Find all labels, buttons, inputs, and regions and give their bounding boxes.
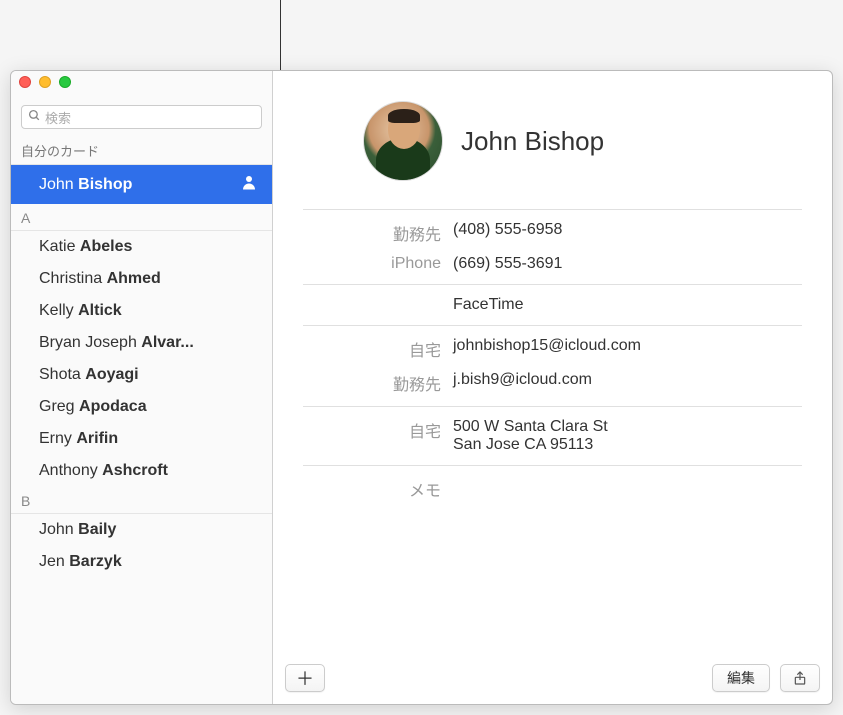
phone-row[interactable]: iPhone (669) 555-3691 xyxy=(303,250,802,278)
contact-row[interactable]: John Baily xyxy=(11,514,272,546)
section-header-a: A xyxy=(11,204,272,231)
my-card-row[interactable]: John Bishop xyxy=(11,165,272,204)
field-label: 自宅 xyxy=(303,337,453,361)
field-value: (669) 555-3691 xyxy=(453,255,802,273)
contact-row[interactable]: Jen Barzyk xyxy=(11,546,272,578)
field-label: 自宅 xyxy=(303,418,453,454)
contact-row[interactable]: Shota Aoyagi xyxy=(11,359,272,391)
contact-name: John Bishop xyxy=(461,126,604,157)
plus-icon: ＋ xyxy=(296,665,314,691)
search-wrap: 検索 xyxy=(11,99,272,135)
contact-row[interactable]: Kelly Altick xyxy=(11,295,272,327)
search-placeholder: 検索 xyxy=(45,108,71,127)
contact-row[interactable]: Erny Arifin xyxy=(11,423,272,455)
search-input[interactable]: 検索 xyxy=(21,105,262,129)
edit-button[interactable]: 編集 xyxy=(712,664,770,692)
sidebar: 検索 自分のカード John Bishop A Katie AbelesChri… xyxy=(11,71,273,704)
notes-group: メモ xyxy=(303,465,802,512)
field-value: 500 W Santa Clara St San Jose CA 95113 xyxy=(453,418,802,454)
minimize-button[interactable] xyxy=(39,76,51,88)
detail-pane: John Bishop 勤務先 (408) 555-6958 iPhone (6… xyxy=(273,71,832,704)
person-icon xyxy=(240,173,258,196)
share-button[interactable] xyxy=(780,664,820,692)
address-group: 自宅 500 W Santa Clara St San Jose CA 9511… xyxy=(303,406,802,465)
field-value: j.bish9@icloud.com xyxy=(453,371,802,395)
field-label: iPhone xyxy=(303,255,453,273)
contacts-window: 検索 自分のカード John Bishop A Katie AbelesChri… xyxy=(10,70,833,705)
search-icon xyxy=(28,109,41,125)
email-group: 自宅 johnbishop15@icloud.com 勤務先 j.bish9@i… xyxy=(303,325,802,406)
field-label: 勤務先 xyxy=(303,371,453,395)
maximize-button[interactable] xyxy=(59,76,71,88)
add-button[interactable]: ＋ xyxy=(285,664,325,692)
address-row[interactable]: 自宅 500 W Santa Clara St San Jose CA 9511… xyxy=(303,413,802,459)
field-label xyxy=(303,296,453,314)
phone-row[interactable]: 勤務先 (408) 555-6958 xyxy=(303,216,802,250)
field-value: FaceTime xyxy=(453,296,802,314)
button-group: 編集 xyxy=(712,664,820,692)
field-value: (408) 555-6958 xyxy=(453,221,802,245)
contact-row[interactable]: Christina Ahmed xyxy=(11,263,272,295)
facetime-row[interactable]: FaceTime xyxy=(303,291,802,319)
section-header-b: B xyxy=(11,487,272,514)
detail-header: John Bishop xyxy=(303,101,802,181)
my-card-name: John Bishop xyxy=(39,176,132,194)
bottom-bar: ＋ 編集 xyxy=(285,664,820,692)
close-button[interactable] xyxy=(19,76,31,88)
email-row[interactable]: 自宅 johnbishop15@icloud.com xyxy=(303,332,802,366)
share-icon xyxy=(792,669,808,687)
contact-row[interactable]: Anthony Ashcroft xyxy=(11,455,272,487)
avatar[interactable] xyxy=(363,101,443,181)
phone-group: 勤務先 (408) 555-6958 iPhone (669) 555-3691 xyxy=(303,209,802,284)
contact-row[interactable]: Greg Apodaca xyxy=(11,391,272,423)
contact-row[interactable]: Bryan Joseph Alvar... xyxy=(11,327,272,359)
field-value xyxy=(453,477,802,501)
notes-row[interactable]: メモ xyxy=(303,472,802,506)
email-row[interactable]: 勤務先 j.bish9@icloud.com xyxy=(303,366,802,400)
field-label: メモ xyxy=(303,477,453,501)
my-card-header: 自分のカード xyxy=(11,135,272,165)
contact-row[interactable]: Katie Abeles xyxy=(11,231,272,263)
facetime-group: FaceTime xyxy=(303,284,802,325)
field-value: johnbishop15@icloud.com xyxy=(453,337,802,361)
field-label: 勤務先 xyxy=(303,221,453,245)
